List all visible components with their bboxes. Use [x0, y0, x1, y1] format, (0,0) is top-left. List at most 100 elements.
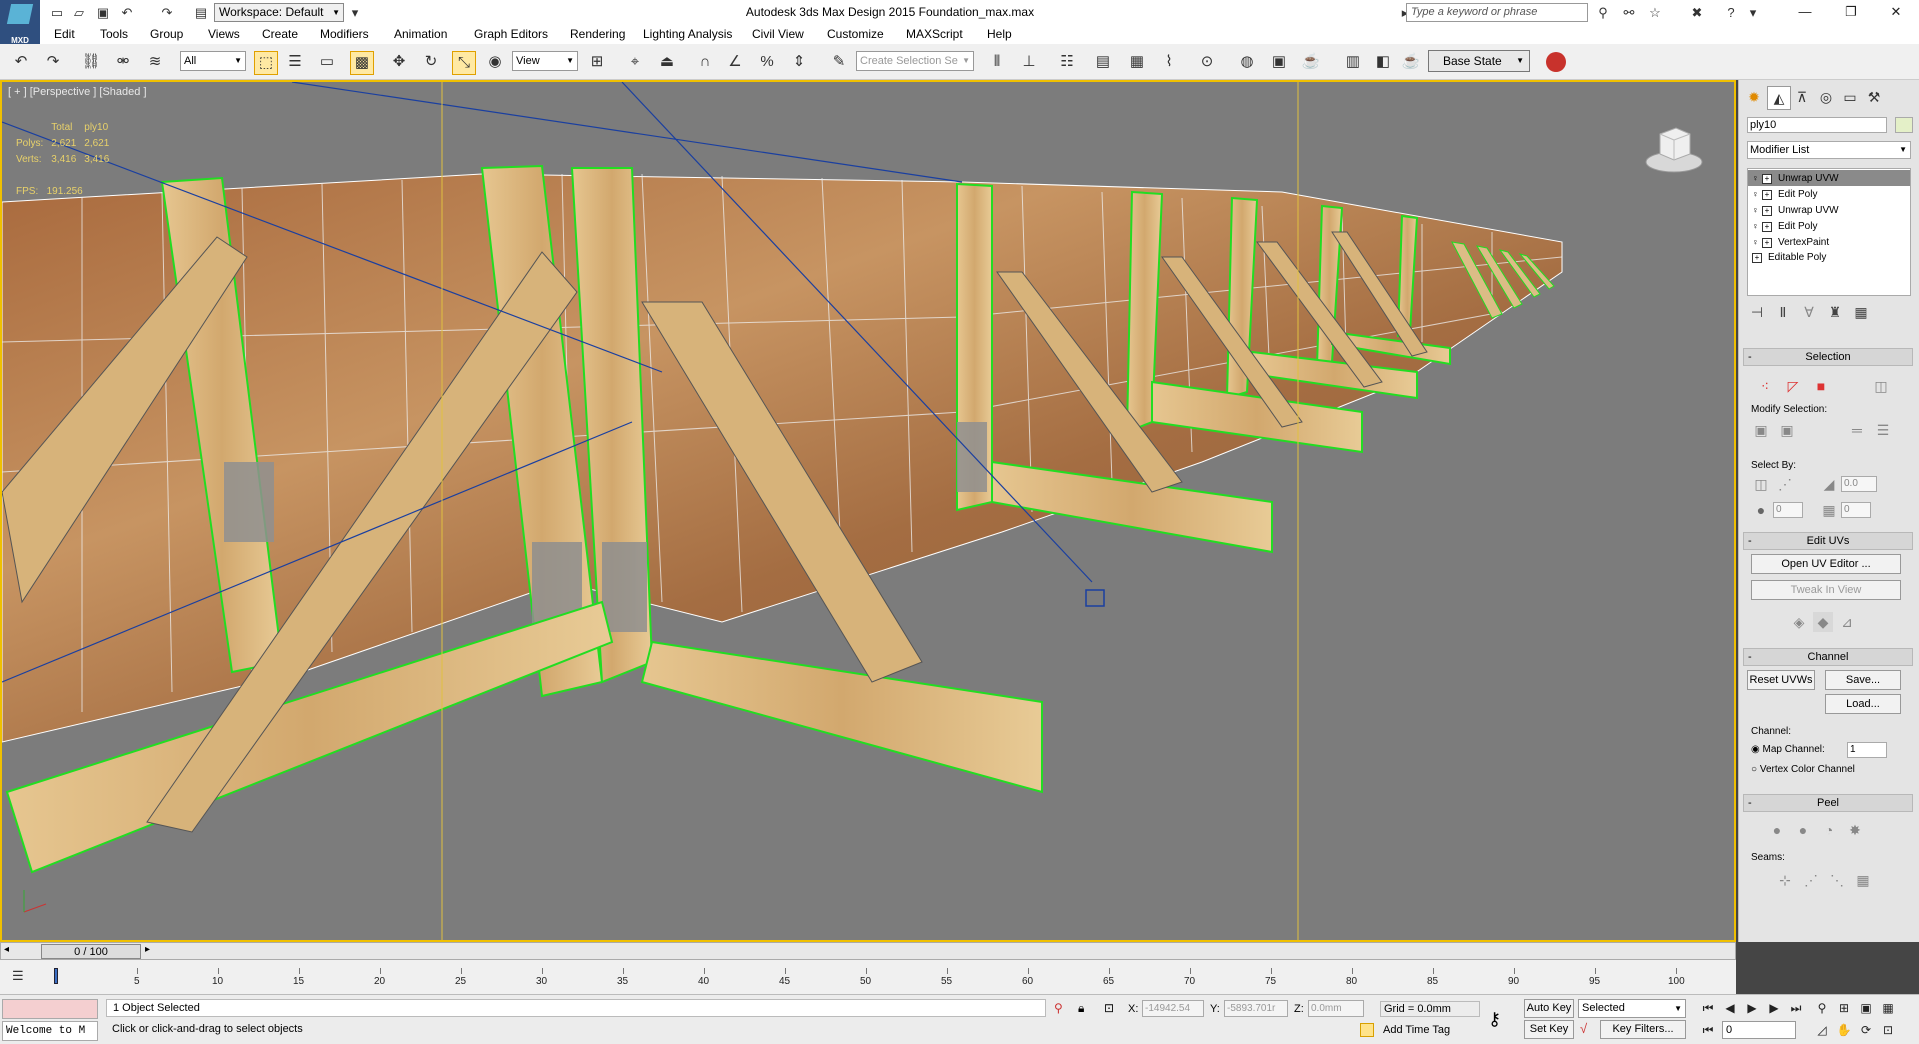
- select-and-place-icon[interactable]: ◉: [484, 51, 506, 73]
- select-by-name-icon[interactable]: ☰: [284, 51, 306, 73]
- expand-icon[interactable]: +: [1762, 190, 1772, 200]
- auto-key-button[interactable]: Auto Key: [1524, 999, 1574, 1018]
- application-menu-button[interactable]: MXD: [0, 0, 40, 45]
- channel-rollout-header[interactable]: - Channel: [1743, 648, 1913, 666]
- scene-states-icon[interactable]: ▥: [1342, 51, 1364, 73]
- expand-icon[interactable]: +: [1762, 174, 1772, 184]
- time-slider[interactable]: ◂ 0 / 100 ▸: [0, 942, 1736, 960]
- menu-lighting-analysis[interactable]: Lighting Analysis: [643, 27, 732, 41]
- maximize-button[interactable]: ❐: [1828, 0, 1874, 24]
- menu-rendering[interactable]: Rendering: [570, 27, 625, 41]
- align-icon[interactable]: ⊥: [1018, 51, 1040, 73]
- go-to-start-icon[interactable]: ⏮: [1698, 999, 1718, 1017]
- select-and-scale-icon[interactable]: ⤡: [452, 51, 476, 75]
- menu-customize[interactable]: Customize: [827, 27, 884, 41]
- menu-create[interactable]: Create: [262, 27, 298, 41]
- perspective-viewport[interactable]: [ + ] [Perspective ] [Shaded ] Total ply1…: [0, 80, 1736, 942]
- edit-uvs-rollout-header[interactable]: - Edit UVs: [1743, 532, 1913, 550]
- rendered-frame-window-icon[interactable]: ☕: [1300, 51, 1322, 73]
- state-sets-icon[interactable]: ◧: [1372, 51, 1394, 73]
- point-to-point-seam-icon[interactable]: ⊹: [1775, 870, 1795, 890]
- set-key-button[interactable]: Set Key: [1524, 1020, 1574, 1039]
- lightbulb-icon[interactable]: ♀: [1752, 234, 1762, 250]
- select-object-icon[interactable]: ⬚: [254, 51, 278, 75]
- render-production-button[interactable]: [1546, 52, 1566, 72]
- expand-icon[interactable]: +: [1762, 206, 1772, 216]
- time-slider-handle[interactable]: 0 / 100: [41, 944, 141, 959]
- stack-item-edit-poly[interactable]: ♀ + Edit Poly: [1748, 218, 1910, 234]
- selection-rollout-header[interactable]: - Selection: [1743, 348, 1913, 366]
- pin-stack-icon[interactable]: ⊣: [1747, 302, 1767, 322]
- y-coordinate-field[interactable]: -5893.701r: [1224, 1000, 1288, 1017]
- zoom-icon[interactable]: ⚲: [1812, 999, 1832, 1017]
- undo-icon[interactable]: ↶: [118, 4, 136, 21]
- window-crossing-icon[interactable]: ▩: [350, 51, 374, 75]
- key-mode-dropdown[interactable]: Selected ▼: [1578, 999, 1686, 1018]
- vertex-subobject-icon[interactable]: ⁖: [1755, 376, 1775, 396]
- select-by-smoothing-group-icon[interactable]: ▦: [1819, 500, 1839, 520]
- base-state-dropdown[interactable]: Base State ▼: [1428, 50, 1530, 72]
- stack-item-edit-poly[interactable]: ♀ + Edit Poly: [1748, 186, 1910, 202]
- stack-item-vertexpaint[interactable]: ♀ + VertexPaint: [1748, 234, 1910, 250]
- stack-item-editable-poly[interactable]: + Editable Poly: [1748, 250, 1910, 266]
- expand-icon[interactable]: +: [1762, 222, 1772, 232]
- unlink-icon[interactable]: ⚮: [112, 51, 134, 73]
- undo-icon[interactable]: ↶: [10, 51, 32, 73]
- expand-icon[interactable]: +: [1762, 238, 1772, 248]
- planar-angle-spinner[interactable]: 0.0: [1841, 476, 1877, 492]
- key-mode-toggle-icon[interactable]: ⏮: [1698, 1021, 1718, 1039]
- binoculars-icon[interactable]: ⚲: [1594, 4, 1612, 21]
- planar-angle-icon[interactable]: ◢: [1819, 474, 1839, 494]
- motion-tab-icon[interactable]: ◎: [1815, 86, 1837, 108]
- save-file-icon[interactable]: ▣: [94, 4, 112, 21]
- save-uvw-button[interactable]: Save...: [1825, 670, 1901, 690]
- configure-modifier-sets-icon[interactable]: ▦: [1851, 302, 1871, 322]
- utilities-tab-icon[interactable]: ⚒: [1863, 86, 1885, 108]
- select-by-uv-edge-icon[interactable]: ⋰: [1775, 474, 1795, 494]
- menu-edit[interactable]: Edit: [54, 27, 75, 41]
- mirror-icon[interactable]: ⫴: [986, 51, 1008, 73]
- help-icon[interactable]: ?: [1722, 4, 1740, 21]
- menu-group[interactable]: Group: [150, 27, 183, 41]
- quick-map-gizmo-icon[interactable]: ◆: [1813, 612, 1833, 632]
- z-coordinate-field[interactable]: 0.0mm: [1308, 1000, 1364, 1017]
- stack-item-unwrap-uvw[interactable]: ♀ + Unwrap UVW: [1748, 170, 1910, 186]
- viewport-label[interactable]: [ + ] [Perspective ] [Shaded ]: [8, 86, 147, 98]
- lightbulb-icon[interactable]: ♀: [1752, 170, 1762, 186]
- zoom-extents-icon[interactable]: ▣: [1856, 999, 1876, 1017]
- smoothing-group-spinner[interactable]: 0: [1841, 502, 1871, 518]
- element-subobject-icon[interactable]: ◫: [1871, 376, 1891, 396]
- slider-prev-icon[interactable]: ◂: [4, 944, 9, 955]
- pack-uvs-icon[interactable]: ✸: [1845, 820, 1865, 840]
- snaps-toggle-icon[interactable]: ∩: [694, 51, 716, 73]
- mini-curve-editor-icon[interactable]: ☰: [12, 968, 32, 986]
- communication-center-icon[interactable]: ⚯: [1620, 4, 1638, 21]
- maximize-viewport-toggle-icon[interactable]: ⊡: [1878, 1021, 1898, 1039]
- menu-views[interactable]: Views: [208, 27, 240, 41]
- set-key-mode-key-icon[interactable]: ⚷: [1488, 1009, 1518, 1029]
- select-by-element-icon[interactable]: ◫: [1751, 474, 1771, 494]
- x-coordinate-field[interactable]: -14942.54: [1142, 1000, 1204, 1017]
- loop-selection-icon[interactable]: ☰: [1873, 420, 1893, 440]
- material-id-spinner[interactable]: 0: [1773, 502, 1803, 518]
- modifier-list-dropdown[interactable]: Modifier List ▼: [1747, 141, 1911, 159]
- peel-rollout-header[interactable]: - Peel: [1743, 794, 1913, 812]
- time-tag-icon[interactable]: [1360, 1023, 1374, 1037]
- project-folder-icon[interactable]: ▤: [192, 4, 210, 21]
- open-file-icon[interactable]: ▱: [70, 4, 88, 21]
- select-and-rotate-icon[interactable]: ↻: [420, 51, 442, 73]
- select-and-move-icon[interactable]: ✥: [388, 51, 410, 73]
- pan-view-icon[interactable]: ✋: [1834, 1021, 1854, 1039]
- polygon-subobject-icon[interactable]: ■: [1811, 376, 1831, 396]
- edge-sel-to-seam-icon[interactable]: ⋰: [1801, 870, 1821, 890]
- menu-civil-view[interactable]: Civil View: [752, 27, 804, 41]
- seams-from-selection-icon[interactable]: ⋱: [1827, 870, 1847, 890]
- menu-maxscript[interactable]: MAXScript: [906, 27, 963, 41]
- render-teapot-icon[interactable]: ☕: [1400, 51, 1422, 73]
- key-filters-button[interactable]: Key Filters...: [1600, 1020, 1686, 1039]
- go-to-end-icon[interactable]: ⏭: [1786, 999, 1806, 1017]
- layer-manager-icon[interactable]: ☷: [1056, 51, 1078, 73]
- current-frame-marker[interactable]: [54, 968, 58, 984]
- reset-peel-icon[interactable]: ◔: [1819, 820, 1839, 840]
- quick-peel-icon[interactable]: ●: [1767, 820, 1787, 840]
